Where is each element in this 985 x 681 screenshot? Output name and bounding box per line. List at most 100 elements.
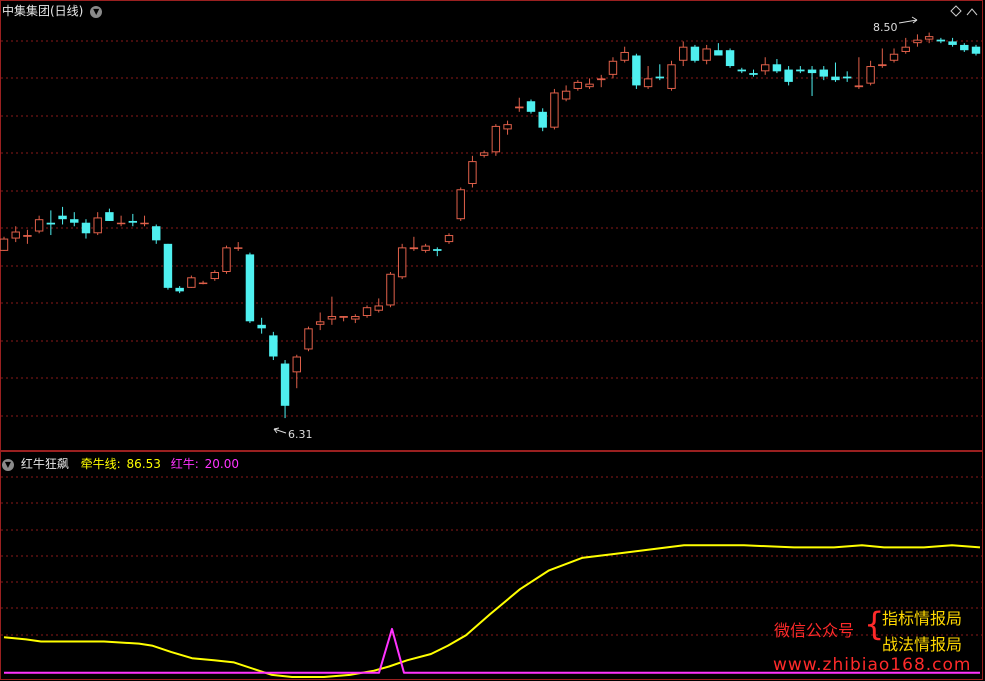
candle-body — [433, 249, 442, 251]
candle — [936, 37, 946, 44]
candle-body — [269, 335, 278, 357]
candle-body — [878, 64, 887, 67]
candle — [175, 286, 184, 294]
candle-body — [58, 215, 67, 220]
chevron-up-icon[interactable] — [966, 8, 978, 16]
candle — [128, 213, 138, 227]
candle-body — [468, 161, 477, 184]
watermark-url: www.zhibiao168.com — [773, 655, 972, 675]
candle-body — [901, 46, 910, 52]
candle — [702, 44, 711, 65]
candle-body — [210, 272, 220, 280]
candle — [503, 120, 512, 135]
candle-body — [526, 101, 536, 112]
candle-body — [632, 55, 641, 86]
chevron-down-icon[interactable]: ▼ — [2, 458, 14, 471]
candle — [714, 43, 723, 56]
chevron-down-icon[interactable]: ▼ — [90, 5, 103, 18]
candle — [234, 242, 243, 251]
watermark-right-bottom: 战法情报局 — [882, 635, 963, 654]
high-price-label: 8.50 — [873, 21, 898, 34]
candle — [93, 212, 102, 236]
candle — [515, 97, 524, 112]
candle — [327, 296, 337, 325]
stock-title: 中集集团(日线) — [2, 4, 84, 18]
candle-body — [679, 46, 688, 61]
candle-body — [585, 83, 594, 88]
candle — [878, 48, 887, 68]
candle — [585, 78, 594, 89]
candle-body — [175, 287, 184, 292]
candle-body — [924, 36, 934, 40]
candle-body — [725, 50, 735, 67]
candle-body — [116, 222, 126, 225]
candle-body — [327, 316, 337, 320]
candle — [280, 360, 290, 419]
candle — [573, 80, 583, 91]
grid-layer — [0, 0, 983, 680]
candle-body — [421, 245, 430, 251]
candle-body — [690, 46, 700, 61]
candle-body — [34, 219, 44, 232]
candle-body — [854, 85, 864, 88]
candle — [620, 46, 629, 63]
candle — [690, 44, 700, 63]
candle — [304, 326, 313, 352]
candle — [58, 206, 67, 225]
candle — [23, 229, 32, 244]
candle — [198, 280, 208, 285]
candle-body — [23, 235, 32, 237]
candle-body — [561, 90, 571, 100]
candle-body — [46, 222, 56, 225]
candle — [152, 224, 161, 244]
candle-body — [737, 69, 746, 72]
candle — [456, 187, 465, 221]
candle-body — [163, 243, 173, 288]
candle-body — [339, 316, 348, 318]
candle-body — [831, 76, 840, 81]
candle-body — [362, 307, 372, 317]
candle — [187, 275, 196, 288]
candle — [842, 71, 852, 82]
candle-body — [889, 53, 899, 61]
candle — [386, 272, 395, 308]
candle-body — [397, 247, 407, 278]
candle-body — [550, 92, 559, 128]
candle — [526, 99, 536, 114]
candle — [34, 215, 44, 234]
candle — [889, 48, 899, 63]
candle — [116, 215, 126, 227]
candle — [210, 270, 220, 281]
line2-label: 红牛: — [170, 457, 199, 471]
candle-body — [620, 51, 629, 61]
candle — [46, 210, 56, 236]
candle — [105, 208, 114, 221]
candle-body — [503, 124, 512, 130]
candle — [468, 155, 477, 188]
candle — [866, 60, 875, 86]
candle-body — [515, 106, 524, 109]
candle-body — [292, 356, 301, 373]
candle — [339, 316, 348, 322]
candle — [409, 236, 419, 251]
candle — [725, 48, 735, 68]
diamond-icon[interactable] — [950, 5, 962, 17]
candle-body — [128, 220, 138, 223]
candle — [11, 226, 20, 243]
candle — [643, 66, 653, 89]
candle — [597, 74, 606, 88]
candle — [550, 88, 559, 130]
candle — [901, 37, 910, 54]
candle-body — [280, 363, 290, 406]
candle-body — [479, 152, 489, 156]
candle — [608, 57, 618, 79]
candle-body — [152, 226, 161, 241]
candle — [807, 66, 817, 96]
candle — [315, 312, 325, 331]
candle-body — [655, 76, 665, 79]
candle-body — [573, 81, 583, 89]
candle-body — [597, 78, 606, 81]
candle — [831, 62, 840, 82]
candle-body — [81, 222, 91, 234]
candle — [561, 85, 571, 102]
